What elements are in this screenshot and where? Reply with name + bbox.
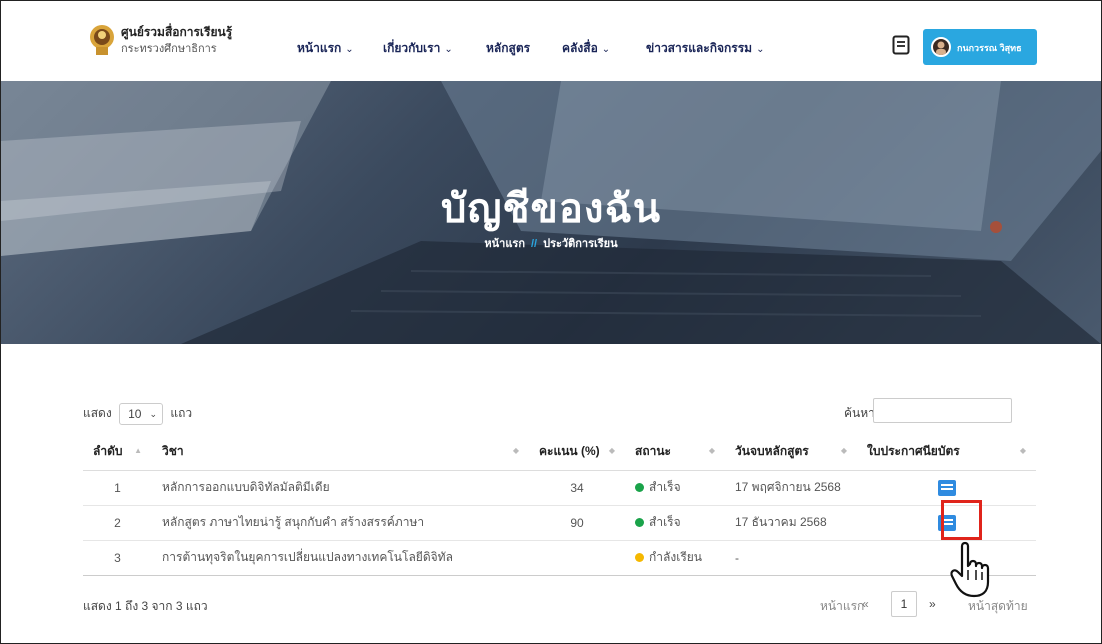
chevron-down-icon: ⌄ (149, 409, 158, 419)
table-header-row: ลำดับ ▲ วิชา ◆ คะแนน (%) ◆ สถานะ ◆ วันจบหลัก… (83, 434, 1036, 471)
sort-icon: ◆ (608, 446, 615, 455)
status-dot-success (635, 483, 644, 493)
sort-icon: ◆ (512, 446, 519, 455)
score: 34 (529, 470, 625, 506)
certificate-cell (857, 540, 1036, 576)
top-navbar: ศูนย์รวมสื่อการเรียนรู้ กระทรวงศึกษาธิกา… (1, 1, 1101, 81)
nav-about[interactable]: เกี่ยวกับเรา ⌄ (383, 39, 453, 58)
user-name: กนกวรรณ วิสุทธ (957, 43, 1022, 53)
row-number: 1 (83, 470, 152, 506)
column-header-end-date[interactable]: วันจบหลักสูตร ◆ (725, 434, 857, 471)
end-date: - (725, 540, 857, 576)
column-header-no[interactable]: ลำดับ ▲ (83, 434, 152, 471)
course-name: การต้านทุจริตในยุคการเปลี่ยนแปลงทางเทคโน… (152, 540, 529, 576)
user-menu-button[interactable]: กนกวรรณ วิสุทธ (923, 29, 1037, 65)
chevron-down-icon: ⌄ (601, 44, 611, 55)
score (529, 540, 625, 576)
breadcrumb-home[interactable]: หน้าแรก (484, 238, 525, 250)
chevron-down-icon: ⌄ (345, 44, 354, 55)
table-row: 1 หลักการออกแบบดิจิทัลมัลติมีเดีย 34 สำเ… (83, 470, 1036, 506)
show-label: แสดง (83, 406, 112, 421)
pointer-hand-icon (950, 541, 990, 598)
highlight-box (941, 500, 982, 540)
status: สำเร็จ (625, 470, 725, 506)
row-number: 2 (83, 505, 152, 541)
avatar (931, 37, 951, 57)
table-info: แสดง 1 ถึง 3 จาก 3 แถว (83, 599, 208, 613)
status: สำเร็จ (625, 505, 725, 541)
page-length-select[interactable]: 10 ⌄ (119, 403, 164, 425)
brand-subtitle: กระทรวงศึกษาธิการ (121, 43, 217, 55)
table-row: 2 หลักสูตร ภาษาไทยน่ารู้ สนุกกับคำ สร้าง… (83, 505, 1036, 541)
page-title: บัญชีของฉัน (440, 187, 662, 231)
column-header-status[interactable]: สถานะ ◆ (625, 434, 725, 471)
status-dot-success (635, 518, 644, 528)
ministry-logo[interactable] (89, 23, 115, 57)
breadcrumb-separator: // (530, 238, 538, 250)
pager-prev[interactable]: « (862, 597, 869, 611)
page-length-control: แสดง 10 ⌄ แถว (83, 403, 192, 425)
course-name: หลักการออกแบบดิจิทัลมัลติมีเดีย (152, 470, 529, 506)
course-name: หลักสูตร ภาษาไทยน่ารู้ สนุกกับคำ สร้างสร… (152, 505, 529, 541)
certificate-icon[interactable] (937, 479, 956, 496)
hero-banner: บัญชีของฉัน หน้าแรก // ประวัติการเรียน (1, 81, 1101, 344)
status-dot-in-progress (635, 553, 644, 563)
pager-next[interactable]: » (929, 597, 936, 611)
pager-page-1[interactable]: 1 (891, 591, 917, 617)
book-icon[interactable] (892, 35, 910, 55)
column-header-score[interactable]: คะแนน (%) ◆ (529, 434, 625, 471)
nav-courses[interactable]: หลักสูตร (486, 39, 530, 58)
sort-icon: ◆ (1019, 446, 1026, 455)
breadcrumb-current: ประวัติการเรียน (543, 238, 618, 250)
column-header-certificate[interactable]: ใบประกาศนียบัตร ◆ (857, 434, 1036, 471)
column-header-course[interactable]: วิชา ◆ (152, 434, 529, 471)
pager-last[interactable]: หน้าสุดท้าย (968, 597, 1028, 616)
nav-home[interactable]: หน้าแรก ⌄ (297, 39, 354, 58)
sort-icon: ◆ (708, 446, 715, 455)
rows-label: แถว (170, 406, 193, 421)
pager-first[interactable]: หน้าแรก (820, 597, 864, 616)
nav-news[interactable]: ข่าวสารและกิจกรรม ⌄ (646, 39, 764, 58)
status: กำลังเรียน (625, 540, 725, 576)
chevron-down-icon: ⌄ (444, 44, 453, 55)
sort-icon: ▲ (134, 446, 142, 455)
sort-icon: ◆ (840, 446, 847, 455)
breadcrumb: หน้าแรก // ประวัติการเรียน (1, 234, 1101, 252)
chevron-down-icon: ⌄ (756, 44, 765, 55)
end-date: 17 ธันวาคม 2568 (725, 505, 857, 541)
table-row: 3 การต้านทุจริตในยุคการเปลี่ยนแปลงทางเทค… (83, 540, 1036, 576)
search-input[interactable] (873, 398, 1012, 423)
score: 90 (529, 505, 625, 541)
nav-media[interactable]: คลังสื่อ ⌄ (562, 39, 610, 58)
row-number: 3 (83, 540, 152, 576)
learning-history-table: ลำดับ ▲ วิชา ◆ คะแนน (%) ◆ สถานะ ◆ วันจบหลัก… (83, 434, 1036, 576)
end-date: 17 พฤศจิกายน 2568 (725, 470, 857, 506)
